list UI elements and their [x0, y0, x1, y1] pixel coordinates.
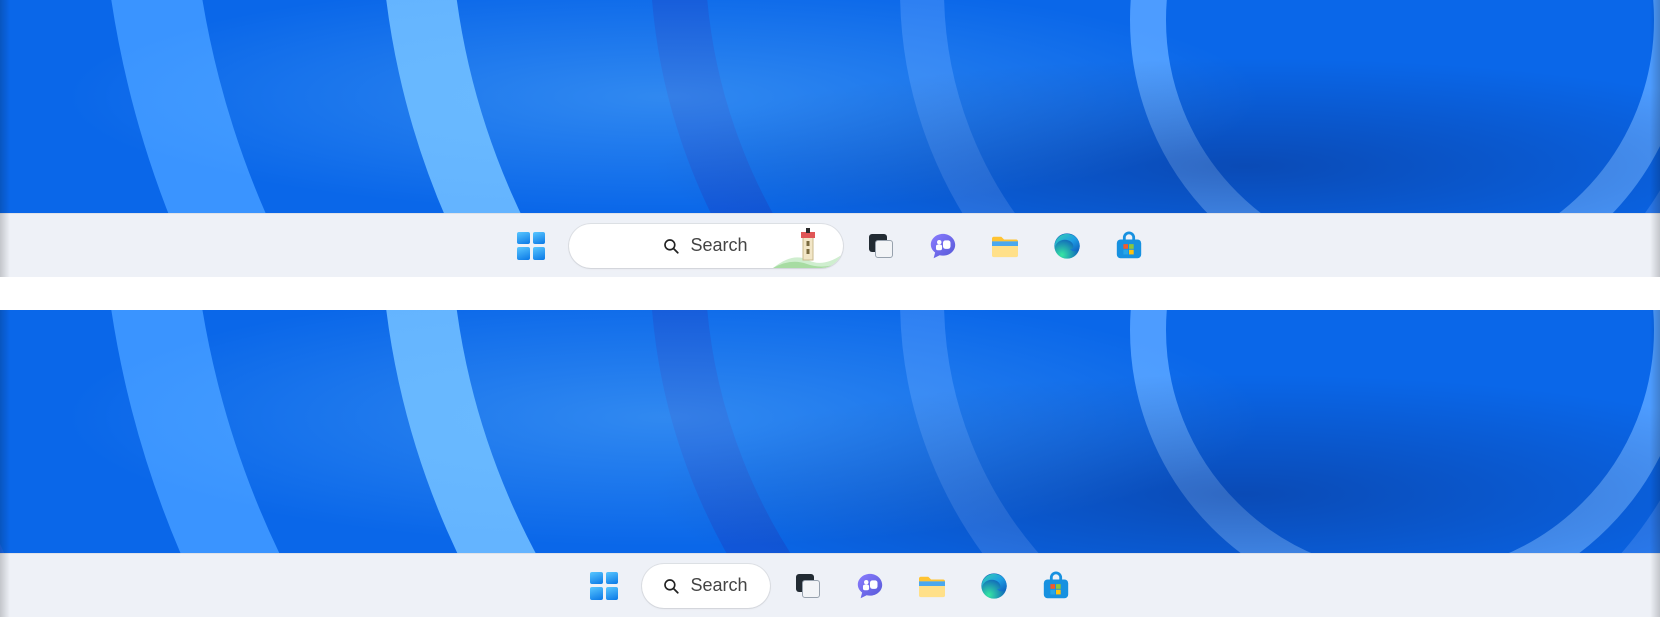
task-view-icon [796, 574, 820, 598]
edge-icon [979, 571, 1009, 601]
taskbar: Search [0, 553, 1660, 617]
task-view-icon [869, 234, 893, 258]
task-view-button[interactable] [784, 562, 832, 610]
search-highlight-icon [773, 224, 843, 268]
search-icon [662, 237, 680, 255]
search-placeholder: Search [690, 575, 747, 596]
edge-icon [1052, 231, 1082, 261]
taskbar: Search [0, 213, 1660, 277]
comparison-panel-searchpill: Search [0, 310, 1660, 617]
task-view-button[interactable] [857, 222, 905, 270]
microsoft-store-icon [1114, 231, 1144, 261]
start-button[interactable] [580, 562, 628, 610]
file-explorer-button[interactable] [908, 562, 956, 610]
search-button[interactable]: Search [642, 564, 770, 608]
chat-button[interactable] [846, 562, 894, 610]
chat-button[interactable] [919, 222, 967, 270]
file-explorer-button[interactable] [981, 222, 1029, 270]
start-button[interactable] [507, 222, 555, 270]
windows-logo-icon [590, 572, 618, 600]
comparison-panel-searchbox: Search [0, 0, 1660, 277]
search-icon [662, 577, 680, 595]
file-explorer-icon [990, 233, 1020, 259]
search-button[interactable]: Search [569, 224, 843, 268]
chat-icon [928, 231, 958, 261]
edge-button[interactable] [970, 562, 1018, 610]
file-explorer-icon [917, 573, 947, 599]
store-button[interactable] [1032, 562, 1080, 610]
microsoft-store-icon [1041, 571, 1071, 601]
edge-button[interactable] [1043, 222, 1091, 270]
windows-logo-icon [517, 232, 545, 260]
chat-icon [855, 571, 885, 601]
comparison-gap [0, 277, 1660, 310]
store-button[interactable] [1105, 222, 1153, 270]
search-placeholder: Search [690, 235, 747, 256]
